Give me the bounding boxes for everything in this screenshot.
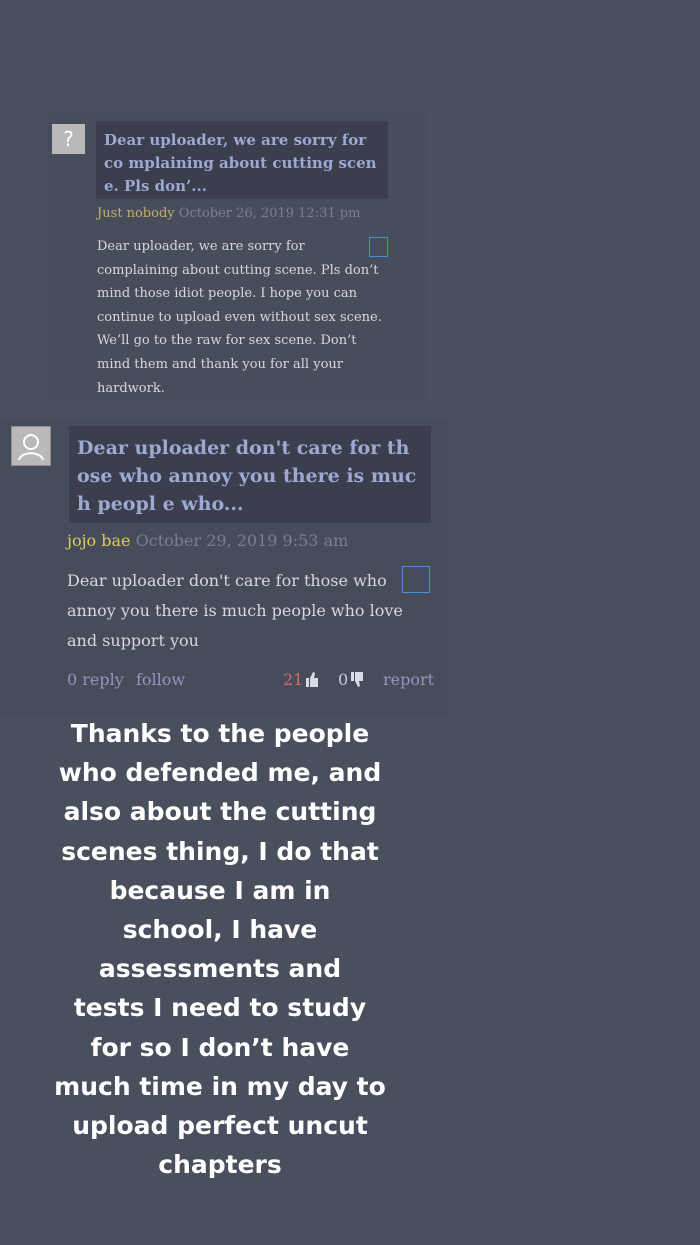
caption-line: much time in my day to [54, 1071, 386, 1101]
like-button[interactable]: 21 [283, 670, 319, 689]
comment-2-username[interactable]: jojo bae [67, 531, 131, 550]
story-caption: Thanks to the people who defended me, an… [45, 714, 395, 1184]
reply-link[interactable]: 0 reply [67, 670, 124, 689]
user-silhouette-icon [18, 434, 44, 461]
comment-1-quote: Dear uploader, we are sorry for co mplai… [96, 121, 388, 199]
dislike-count: 0 [338, 670, 349, 689]
edit-icon[interactable] [402, 566, 430, 593]
caption-line: who defended me, and [58, 758, 382, 788]
caption-line: scenes thing, I do that [61, 836, 379, 866]
comment-1-body: Dear uploader, we are sorry for complain… [97, 239, 382, 396]
avatar-placeholder[interactable]: ? [52, 124, 85, 154]
avatar[interactable] [11, 426, 51, 466]
comment-2-meta: jojo bae October 29, 2019 9:53 am [67, 531, 348, 550]
comment-2-quote: Dear uploader don't care for those who a… [69, 426, 431, 523]
caption-line: assessments and [98, 954, 342, 984]
caption-line: upload perfect uncut [72, 1111, 368, 1141]
caption-line: because I am in [109, 875, 331, 905]
comment-1-meta: Just nobody October 26, 2019 12:31 pm [97, 206, 360, 221]
follow-link[interactable]: follow [136, 670, 185, 689]
comment-2-body: Dear uploader don't care for those who a… [67, 571, 403, 650]
dislike-button[interactable]: 0 [338, 670, 364, 689]
comment-2-timestamp: October 29, 2019 9:53 am [135, 531, 349, 550]
caption-line: chapters [158, 1150, 282, 1180]
caption-line: also about the cutting [63, 797, 377, 827]
comment-1-username[interactable]: Just nobody [97, 206, 175, 221]
edit-icon[interactable] [369, 237, 388, 257]
caption-line: tests I need to study [73, 993, 367, 1023]
caption-line: for so I don’t have [90, 1032, 350, 1062]
thumbs-down-icon [351, 672, 364, 687]
thumbs-up-icon [306, 672, 319, 687]
report-link[interactable]: report [383, 670, 434, 689]
caption-line: school, I have [122, 915, 318, 945]
caption-line: Thanks to the people [70, 719, 370, 748]
comment-1-timestamp: October 26, 2019 12:31 pm [178, 206, 361, 221]
like-count: 21 [283, 670, 304, 689]
